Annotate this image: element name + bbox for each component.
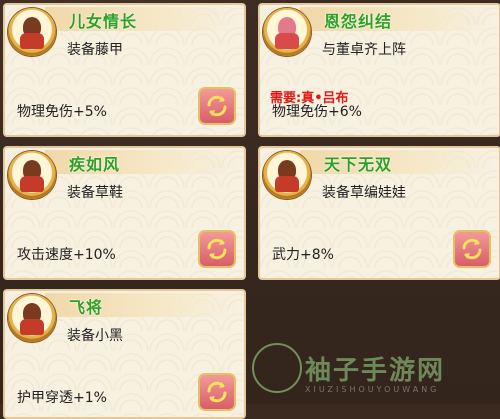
hero-avatar [263, 151, 311, 199]
bond-card-3: 疾如风 装备草鞋 攻击速度+10% [3, 146, 246, 280]
bond-card-2: 恩怨纠结 与董卓齐上阵 需要:真•吕布 物理免伤+6% [258, 3, 500, 137]
refresh-icon [207, 238, 227, 260]
bond-card-1: 儿女情长 装备藤甲 物理免伤+5% [3, 3, 246, 137]
watermark-logo [252, 343, 302, 393]
bond-condition: 与董卓齐上阵 [322, 42, 406, 58]
swap-button[interactable] [198, 230, 236, 268]
bond-card-4: 天下无双 装备草编娃娃 武力+8% [258, 146, 500, 280]
bond-condition: 装备草鞋 [67, 185, 123, 201]
swap-button[interactable] [198, 373, 236, 411]
hero-avatar [263, 8, 311, 56]
refresh-icon [207, 381, 227, 403]
bond-title: 疾如风 [69, 155, 121, 174]
refresh-icon [207, 95, 227, 117]
bond-title: 飞将 [69, 298, 104, 317]
bond-card-5: 飞将 装备小黑 护甲穿透+1% [3, 289, 246, 419]
swap-button[interactable] [198, 87, 236, 125]
swap-button[interactable] [453, 230, 491, 268]
bond-effect: 攻击速度+10% [17, 247, 116, 263]
bond-title: 天下无双 [324, 155, 393, 174]
bond-title: 恩怨纠结 [324, 12, 393, 31]
watermark-text: 袖子手游网 [305, 356, 446, 386]
hero-avatar [8, 8, 56, 56]
refresh-icon [462, 238, 482, 260]
bond-effect: 护甲穿透+1% [17, 390, 107, 406]
bond-condition: 装备小黑 [67, 328, 123, 344]
bond-condition: 装备藤甲 [67, 42, 123, 58]
bond-effect: 物理免伤+5% [17, 104, 107, 120]
watermark-subtext: XIUZISHOUYOUWANG [305, 385, 440, 394]
bond-effect: 物理免伤+6% [272, 104, 362, 120]
bond-effect: 武力+8% [272, 247, 334, 263]
bond-title: 儿女情长 [69, 12, 138, 31]
hero-avatar [8, 151, 56, 199]
bond-condition: 装备草编娃娃 [322, 185, 406, 201]
hero-avatar [8, 294, 56, 342]
